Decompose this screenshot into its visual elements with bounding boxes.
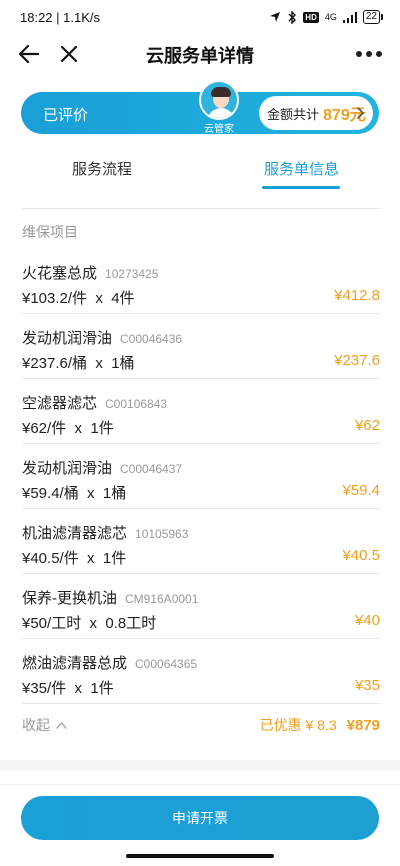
list-item: 机油滤清器滤芯 10105963 ¥40.5/件 x 1件 ¥40.5 <box>22 509 380 574</box>
nav-bar: 云服务单详情 <box>0 34 400 74</box>
item-total: ¥62 <box>354 417 380 434</box>
item-name: 保养-更换机油 <box>22 590 117 607</box>
status-icons: HD 4G 22 <box>269 10 384 24</box>
item-name: 发动机润滑油 <box>22 460 113 477</box>
cloud-manager-avatar[interactable]: 云管家 <box>197 80 241 138</box>
signal-icon <box>342 11 357 23</box>
back-button[interactable] <box>16 40 42 68</box>
list-item: 发动机润滑油 C00046436 ¥237.6/桶 x 1桶 ¥237.6 <box>22 314 380 379</box>
item-quantity: ¥35/件 x 1件 <box>22 680 114 697</box>
divider <box>22 208 380 209</box>
cloud-manager-label: 云管家 <box>204 124 234 135</box>
item-name: 火花塞总成 <box>22 265 98 282</box>
collapse-label: 收起 <box>22 717 50 733</box>
tab-bar: 服务流程 服务单信息 <box>0 150 400 190</box>
item-name: 燃油滤清器总成 <box>22 655 128 672</box>
item-quantity: ¥59.4/桶 x 1桶 <box>22 485 127 502</box>
collapse-button[interactable]: 收起 <box>22 715 67 735</box>
hd-badge: HD <box>303 11 319 23</box>
item-quantity: ¥50/工时 x 0.8工时 <box>22 615 157 632</box>
signal-label: 4G <box>324 12 337 22</box>
status-banner: 已评价 云管家 金额共计 879元 <box>21 80 379 135</box>
more-dot-icon <box>376 51 382 57</box>
status-time: 18:22 | 1.1K/s <box>20 9 100 25</box>
list-item: 燃油滤清器总成 C00064365 ¥35/件 x 1件 ¥35 <box>22 639 380 704</box>
summary-row: 收起 已优惠 ¥ 8.3 ¥879 <box>22 704 380 742</box>
close-icon <box>61 46 77 62</box>
item-total: ¥40 <box>354 612 380 629</box>
item-code: C00046436 <box>120 332 183 346</box>
item-total: ¥237.6 <box>334 352 380 369</box>
item-quantity: ¥103.2/件 x 4件 <box>22 290 135 307</box>
item-total: ¥59.4 <box>342 482 380 499</box>
tab-service-info[interactable]: 服务单信息 <box>264 158 339 179</box>
evaluation-status: 已评价 <box>43 107 89 124</box>
active-tab-indicator <box>262 186 340 189</box>
item-total: ¥40.5 <box>342 547 380 564</box>
final-amount: ¥879 <box>346 717 380 734</box>
close-button[interactable] <box>56 40 82 68</box>
discount-amount: 已优惠 ¥ 8.3 <box>259 717 337 733</box>
amount-label: 金额共计 <box>267 106 320 122</box>
item-code: C00064365 <box>135 657 198 671</box>
list-item: 空滤器滤芯 C00106843 ¥62/件 x 1件 ¥62 <box>22 379 380 444</box>
list-item: 保养-更换机油 CM916A0001 ¥50/工时 x 0.8工时 ¥40 <box>22 574 380 639</box>
battery-icon: 22 <box>362 10 384 24</box>
avatar-icon <box>199 80 239 120</box>
location-icon <box>270 12 281 22</box>
item-quantity: ¥237.6/桶 x 1桶 <box>22 355 135 372</box>
more-dot-icon <box>366 51 372 57</box>
chevron-right-icon <box>357 107 365 119</box>
chevron-up-icon <box>56 721 67 729</box>
section-title: 维保项目 <box>22 224 78 240</box>
item-name: 发动机润滑油 <box>22 330 113 347</box>
item-code: C00046437 <box>120 462 183 476</box>
arrow-left-icon <box>19 45 39 63</box>
item-total: ¥412.8 <box>334 287 380 304</box>
item-code: CM916A0001 <box>125 592 199 606</box>
item-quantity: ¥62/件 x 1件 <box>22 420 114 437</box>
item-name: 机油滤清器滤芯 <box>22 525 128 542</box>
bluetooth-icon <box>288 10 297 24</box>
list-item: 发动机润滑油 C00046437 ¥59.4/桶 x 1桶 ¥59.4 <box>22 444 380 509</box>
item-name: 空滤器滤芯 <box>22 395 98 412</box>
item-code: 10273425 <box>105 267 159 281</box>
item-code: 10105963 <box>135 527 189 541</box>
item-quantity: ¥40.5/件 x 1件 <box>22 550 127 567</box>
item-code: C00106843 <box>105 397 168 411</box>
divider <box>0 784 400 785</box>
price-summary: 已优惠 ¥ 8.3 ¥879 <box>260 715 380 735</box>
list-item: 火花塞总成 10273425 ¥103.2/件 x 4件 ¥412.8 <box>22 249 380 314</box>
more-button[interactable] <box>352 40 386 68</box>
home-indicator[interactable] <box>126 854 274 858</box>
amount-total-button[interactable]: 金额共计 879元 <box>259 96 373 130</box>
item-total: ¥35 <box>354 677 380 694</box>
apply-invoice-button[interactable]: 申请开票 <box>21 796 379 840</box>
status-bar: 18:22 | 1.1K/s HD 4G 22 <box>0 0 400 34</box>
more-dot-icon <box>356 51 362 57</box>
section-spacer <box>0 760 400 770</box>
tab-service-flow[interactable]: 服务流程 <box>72 158 132 179</box>
